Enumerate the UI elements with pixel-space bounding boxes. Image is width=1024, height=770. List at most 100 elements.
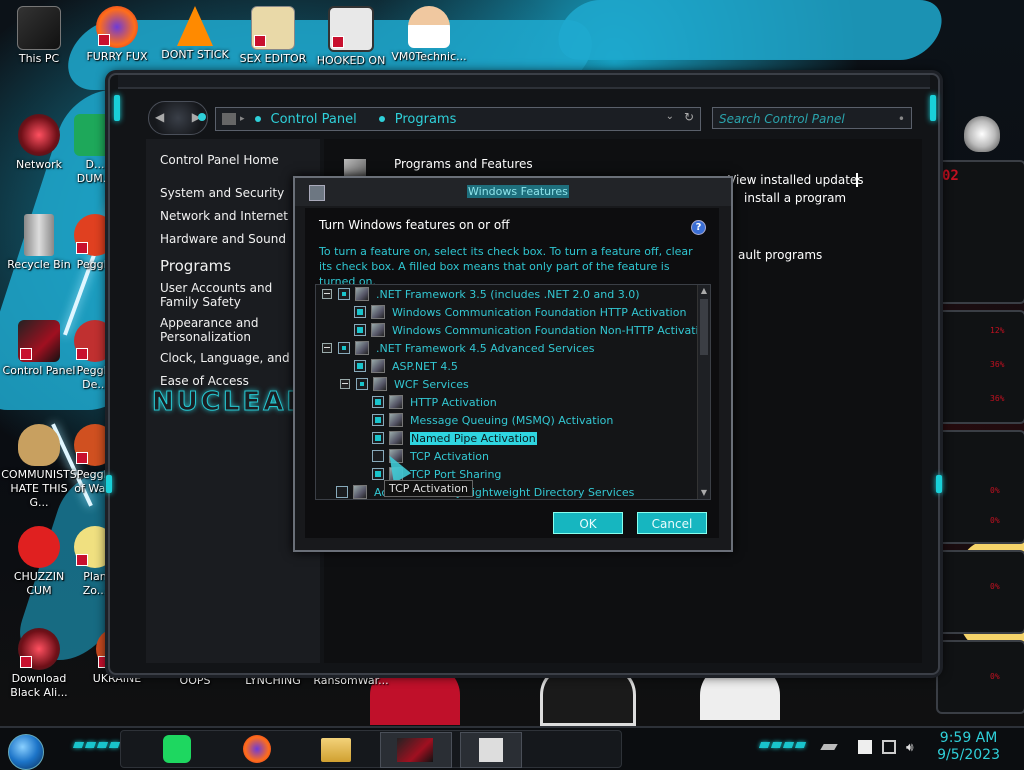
feature-checkbox[interactable]	[372, 396, 384, 408]
desktop-icon-dont-stick[interactable]: DONT STICK	[156, 6, 234, 62]
desktop-icon-this-pc[interactable]: This PC	[0, 6, 78, 66]
money-bag-icon	[18, 424, 60, 466]
scroll-thumb[interactable]	[700, 299, 708, 355]
sidebar-link-hardware-sound[interactable]: Hardware and Sound	[160, 232, 286, 246]
desktop-icon-recycle-bin[interactable]: Recycle Bin	[0, 214, 78, 272]
sidebar-link-network-internet[interactable]: Network and Internet	[160, 209, 288, 223]
address-dropdown-icon[interactable]: ⌄	[666, 111, 674, 122]
tree-scrollbar[interactable]: ▲ ▼	[697, 285, 710, 499]
scroll-up-icon[interactable]: ▲	[698, 285, 710, 297]
feature-row[interactable]: .NET Framework 4.5 Advanced Services	[322, 339, 595, 357]
feature-row[interactable]: .NET Framework 3.5 (includes .NET 2.0 an…	[322, 285, 640, 303]
feature-row[interactable]: ASP.NET 4.5	[340, 357, 458, 375]
feature-checkbox[interactable]	[372, 468, 384, 480]
feature-folder-icon	[371, 359, 385, 373]
feature-checkbox[interactable]	[354, 306, 366, 318]
feature-row[interactable]: Windows Communication Foundation HTTP Ac…	[340, 303, 686, 321]
breadcrumb-item[interactable]: Control Panel	[254, 112, 357, 127]
feature-row[interactable]: Named Pipe Activation	[358, 429, 537, 447]
desktop-icon-label: RansomWar...	[313, 674, 389, 687]
collapse-icon[interactable]	[322, 289, 332, 299]
taskbar-file-explorer[interactable]	[318, 732, 354, 766]
breadcrumb-chevron-icon[interactable]: ▸	[240, 114, 245, 124]
feature-folder-icon	[389, 395, 403, 409]
desktop-icon-ransomware[interactable]: RansomWar...	[312, 674, 390, 688]
taskbar-spotify[interactable]	[160, 732, 196, 766]
address-bar[interactable]: ▸ Control Panel Programs ⌄ ↻	[215, 107, 701, 131]
start-button[interactable]	[8, 734, 44, 770]
feature-folder-icon	[389, 413, 403, 427]
feature-row[interactable]: Message Queuing (MSMQ) Activation	[358, 411, 613, 429]
feature-row[interactable]: WCF Services	[340, 375, 469, 393]
search-input[interactable]: Search Control Panel •	[712, 107, 912, 129]
feature-folder-icon	[353, 485, 367, 499]
sidebar-link-ease-of-access[interactable]: Ease of Access	[160, 374, 249, 388]
feature-row[interactable]: Windows Communication Foundation Non-HTT…	[340, 321, 710, 339]
windows-features-dialog[interactable]: Windows Features Turn Windows features o…	[293, 176, 733, 552]
feature-checkbox[interactable]	[372, 414, 384, 426]
feature-checkbox[interactable]	[372, 432, 384, 444]
feature-checkbox[interactable]	[336, 486, 348, 498]
sidebar-link-clock-language[interactable]: Clock, Language, and Re	[160, 351, 309, 365]
gadget-panel: 12% 36% 36%	[936, 310, 1024, 424]
breadcrumb-item[interactable]: Programs	[378, 112, 456, 127]
default-programs-link[interactable]: ault programs	[738, 248, 822, 262]
desktop-icon-download-black-ali[interactable]: Download Black Ali...	[0, 628, 78, 700]
nuclear-logo: NUCLEAI	[151, 387, 300, 418]
desktop-icon-chuzzin[interactable]: CHUZZIN CUM	[0, 526, 78, 598]
sidebar-link-home[interactable]: Control Panel Home	[160, 153, 279, 167]
sidebar-link-user-accounts[interactable]: User Accounts and Family Safety	[160, 281, 290, 309]
taskbar-windows-features[interactable]	[460, 732, 522, 768]
show-hidden-icons[interactable]	[820, 740, 838, 754]
taskbar-control-panel[interactable]	[380, 732, 452, 768]
desktop-icon-control-panel[interactable]: Control Panel	[0, 320, 78, 378]
desktop-icon-label: Control Panel	[2, 364, 76, 377]
cancel-button[interactable]: Cancel	[637, 512, 707, 534]
collapse-icon[interactable]	[340, 379, 350, 389]
refresh-icon[interactable]: ↻	[684, 110, 694, 124]
dialog-title-bar[interactable]: Windows Features	[295, 178, 731, 206]
feature-row[interactable]: TCP Activation	[358, 447, 489, 465]
back-arrow-icon[interactable]: ◀	[155, 110, 164, 124]
recent-pages-dot[interactable]	[198, 113, 206, 121]
desktop-icon-vm0technic[interactable]: VM0Technic...	[390, 6, 468, 64]
help-icon[interactable]: ?	[691, 220, 706, 235]
taskbar: 🔊︎ 9:59 AM 9/5/2023	[0, 726, 1024, 770]
sidebar-link-system-security[interactable]: System and Security	[160, 186, 284, 200]
firefox-icon	[243, 735, 271, 763]
view-installed-updates-link[interactable]: View installed updates	[728, 173, 864, 187]
control-panel-icon	[18, 320, 60, 362]
desktop-icon-sex-editor[interactable]: SEX EDITOR	[234, 6, 312, 66]
taskbar-firefox[interactable]	[240, 732, 276, 766]
feature-checkbox[interactable]	[338, 342, 350, 354]
feature-checkbox[interactable]	[338, 288, 350, 300]
desktop-icon-lynching[interactable]: LYNCHING	[234, 674, 312, 688]
tray-chevron-icon	[820, 744, 838, 750]
network-tray-icon[interactable]	[882, 740, 896, 754]
feature-row[interactable]: HTTP Activation	[358, 393, 497, 411]
scroll-down-icon[interactable]: ▼	[698, 487, 710, 499]
desktop-icon-network[interactable]: Network	[0, 114, 78, 172]
install-program-link[interactable]: install a program	[744, 191, 846, 205]
features-tree[interactable]: .NET Framework 3.5 (includes .NET 2.0 an…	[315, 284, 711, 500]
desktop-icon-communists[interactable]: COMMUNISTS HATE THIS G...	[0, 424, 78, 510]
search-icon[interactable]: •	[898, 108, 905, 130]
feature-folder-icon	[355, 287, 369, 301]
desktop-icon-hooked-on[interactable]: HOOKED ON	[312, 6, 390, 68]
ok-button[interactable]: OK	[553, 512, 623, 534]
sidebar-link-appearance[interactable]: Appearance and Personalization	[160, 316, 270, 344]
feature-label: TCP Activation	[410, 449, 489, 463]
folder-icon	[321, 738, 351, 762]
taskbar-clock[interactable]: 9:59 AM 9/5/2023	[937, 730, 1000, 764]
desktop-icon-oops[interactable]: OOPS	[156, 674, 234, 688]
programs-features-heading[interactable]: Programs and Features	[394, 157, 533, 171]
collapse-icon[interactable]	[322, 343, 332, 353]
desktop-icon-furry-fux[interactable]: FURRY FUX	[78, 6, 156, 64]
action-center-icon[interactable]	[858, 740, 872, 754]
feature-checkbox[interactable]	[354, 360, 366, 372]
feature-checkbox[interactable]	[356, 378, 368, 390]
feature-checkbox[interactable]	[354, 324, 366, 336]
feature-row[interactable]: Active Directory Lightweight Directory S…	[322, 483, 634, 499]
feature-folder-icon	[371, 323, 385, 337]
volume-icon[interactable]: 🔊︎	[906, 740, 920, 754]
